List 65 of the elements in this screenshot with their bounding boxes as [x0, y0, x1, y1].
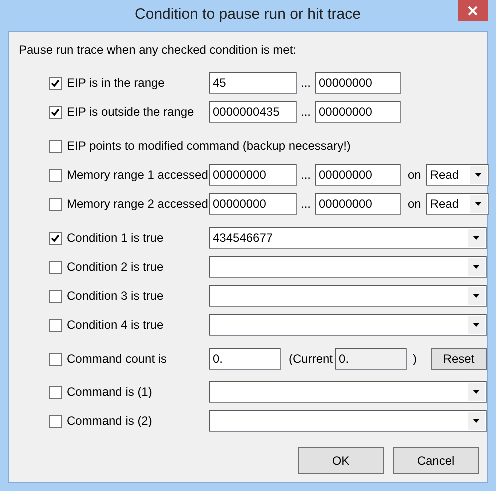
on-label: on — [408, 167, 422, 184]
caret-icon — [473, 419, 480, 423]
caret-icon — [473, 390, 480, 394]
close-button[interactable] — [458, 0, 488, 21]
address-field[interactable]: 00000000 — [315, 72, 401, 94]
caret-icon — [475, 173, 482, 177]
address-field[interactable]: 0000000435 — [209, 101, 297, 123]
caret-icon — [473, 265, 480, 269]
checkbox-label: Command is (2) — [67, 413, 154, 430]
dropdown-field[interactable] — [209, 381, 487, 403]
range-separator: ... — [300, 104, 312, 121]
close-icon — [468, 6, 478, 16]
checkbox-label: Condition 4 is true — [67, 317, 165, 334]
dropdown-field[interactable]: Read — [426, 164, 490, 186]
caret-icon — [475, 202, 482, 206]
dropdown-field[interactable] — [209, 314, 487, 336]
dropdown-field[interactable] — [209, 410, 487, 432]
dialog-button[interactable]: Cancel — [393, 447, 479, 474]
dropdown-field[interactable]: 434546677 — [209, 227, 487, 249]
count-field[interactable]: 0. — [209, 348, 281, 370]
checkbox-label: Command is (1) — [67, 384, 154, 401]
address-field[interactable]: 45 — [209, 72, 297, 94]
checkbox-label: Condition 3 is true — [67, 288, 165, 305]
window-title: Condition to pause run or hit trace — [135, 5, 361, 26]
on-label: on — [408, 196, 422, 213]
range-separator: ... — [300, 75, 312, 92]
range-separator: ... — [300, 167, 312, 184]
checkbox[interactable] — [49, 352, 62, 366]
checkbox-label: EIP points to modified command (backup necessary!) — [67, 138, 351, 155]
checkbox[interactable] — [49, 76, 62, 90]
dropdown-field[interactable] — [209, 285, 487, 307]
reset-button[interactable]: Reset — [431, 348, 487, 370]
checkbox[interactable] — [49, 260, 62, 274]
checkbox[interactable] — [49, 198, 62, 210]
caret-icon — [473, 323, 480, 327]
checkbox-label: Memory range 1 accessed — [67, 167, 209, 184]
address-field[interactable]: 00000000 — [315, 164, 401, 186]
instruction-text: Pause run trace when any checked condition is met: — [19, 42, 296, 59]
checkbox[interactable] — [49, 140, 62, 152]
checkbox[interactable] — [49, 290, 62, 302]
checkbox[interactable] — [49, 318, 62, 332]
current-count-field: 0. — [335, 348, 408, 370]
caret-icon — [473, 236, 480, 240]
address-field[interactable]: 00000000 — [209, 164, 297, 186]
checkbox-label: Condition 2 is true — [67, 259, 165, 276]
caret-icon — [473, 294, 480, 298]
address-field[interactable]: 00000000 — [209, 193, 297, 215]
checkbox-label: Condition 1 is true — [67, 230, 165, 247]
dropdown-field[interactable] — [209, 256, 487, 278]
dialog-button[interactable]: OK — [298, 447, 384, 474]
checkbox[interactable] — [49, 232, 62, 244]
checkbox-label: Command count is — [67, 351, 168, 368]
address-field[interactable]: 00000000 — [315, 101, 401, 123]
dropdown-field[interactable]: Read — [426, 193, 490, 215]
address-field[interactable]: 00000000 — [315, 193, 401, 215]
checkbox[interactable] — [49, 168, 62, 182]
checkbox-label: EIP is outside the range — [67, 104, 196, 121]
checkbox[interactable] — [49, 386, 62, 398]
checkbox-label: Memory range 2 accessed — [67, 196, 209, 213]
checkbox-label: EIP is in the range — [67, 75, 166, 92]
checkbox[interactable] — [49, 106, 62, 118]
current-label: (Current — [289, 351, 334, 368]
range-separator: ... — [300, 196, 312, 213]
checkbox[interactable] — [49, 414, 62, 428]
parenthesis: ) — [413, 351, 418, 368]
